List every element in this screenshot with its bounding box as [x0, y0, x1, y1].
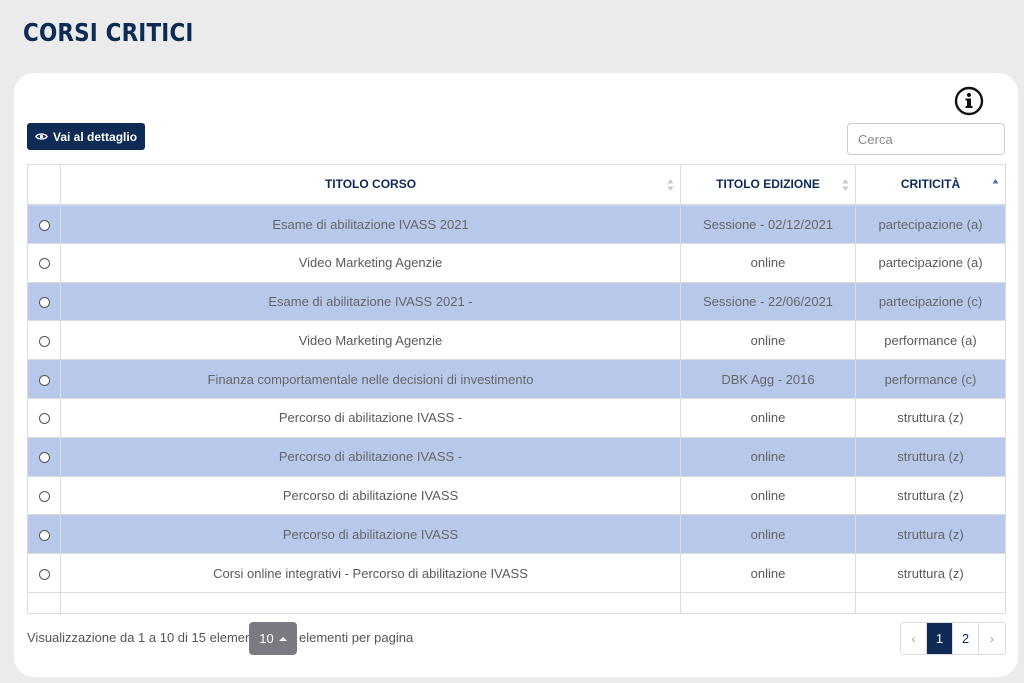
criticality-cell: struttura (z): [855, 436, 1006, 477]
row-radio[interactable]: [38, 374, 50, 386]
prev-page-button[interactable]: ‹: [901, 623, 927, 654]
table-row[interactable]: Percorso di abilitazione IVASS - online st…: [27, 436, 1006, 477]
table-row[interactable]: Video Marketing Agenzie online performance…: [27, 320, 1006, 361]
criticality-cell: struttura (z): [855, 514, 1006, 555]
row-radio[interactable]: [38, 491, 50, 503]
spacer-cell: [680, 591, 856, 614]
page-button-1[interactable]: 1: [927, 623, 953, 654]
edition-title-cell: online: [680, 475, 856, 516]
sort-icon: [842, 179, 849, 191]
table-row[interactable]: Corsi online integrativi - Percorso di a…: [27, 553, 1006, 593]
spacer-cell: [855, 591, 1006, 614]
edition-title-cell: DBK Agg - 2016: [680, 359, 856, 399]
course-title-cell: Finanza comportamentale nelle decisioni …: [60, 359, 681, 399]
table-row[interactable]: Esame di abilitazione IVASS 2021 - Sessio…: [27, 281, 1006, 322]
row-select-cell: [27, 359, 61, 399]
pagination-info: Visualizzazione da 1 a 10 di 15 elementi: [27, 630, 259, 645]
edition-title-cell: online: [680, 553, 856, 593]
page-size-select[interactable]: 10: [249, 622, 297, 655]
edition-title-cell: Sessione - 02/12/2021: [680, 204, 856, 244]
row-select-cell: [27, 475, 61, 516]
caret-up-icon: [278, 636, 287, 641]
content-card: Vai al dettaglio TITOLO CORSO: [14, 73, 1018, 677]
row-radio[interactable]: [38, 568, 50, 580]
criticality-cell: struttura (z): [855, 397, 1006, 438]
page-title: CORSI CRITICI: [23, 18, 194, 47]
table-header-row: TITOLO CORSO TITOLO EDIZIONE CRITICITÀ: [27, 164, 1006, 206]
row-radio[interactable]: [38, 219, 50, 231]
criticality-cell: struttura (z): [855, 553, 1006, 593]
per-page-label: elementi per pagina: [299, 630, 414, 645]
criticality-cell: partecipazione (c): [855, 281, 1006, 322]
course-title-cell: Corsi online integrativi - Percorso di a…: [60, 553, 681, 593]
sort-icon: [667, 179, 674, 191]
search-input[interactable]: [847, 123, 1005, 155]
sort-asc-icon: [992, 179, 999, 184]
criticality-cell: struttura (z): [855, 475, 1006, 516]
table-spacer-row: [27, 591, 1006, 614]
criticality-cell: performance (c): [855, 359, 1006, 399]
course-title-cell: Video Marketing Agenzie: [60, 320, 681, 361]
detail-button-label: Vai al dettaglio: [53, 129, 138, 144]
edition-title-cell: online: [680, 397, 856, 438]
spacer-cell: [27, 591, 61, 614]
row-select-cell: [27, 553, 61, 593]
row-select-cell: [27, 242, 61, 283]
table-row[interactable]: Video Marketing Agenzie online partecipazi…: [27, 242, 1006, 283]
course-title-cell: Video Marketing Agenzie: [60, 242, 681, 283]
edition-title-cell: online: [680, 320, 856, 361]
course-title-cell: Percorso di abilitazione IVASS -: [60, 397, 681, 438]
header-select: [27, 164, 61, 206]
page-button-2[interactable]: 2: [953, 623, 979, 654]
header-criticality[interactable]: CRITICITÀ: [855, 164, 1006, 206]
row-select-cell: [27, 281, 61, 322]
row-radio[interactable]: [38, 413, 50, 425]
row-select-cell: [27, 436, 61, 477]
courses-table: TITOLO CORSO TITOLO EDIZIONE CRITICITÀ E…: [27, 164, 1006, 614]
criticality-cell: partecipazione (a): [855, 242, 1006, 283]
course-title-cell: Esame di abilitazione IVASS 2021 -: [60, 281, 681, 322]
criticality-cell: performance (a): [855, 320, 1006, 361]
row-select-cell: [27, 514, 61, 555]
row-radio[interactable]: [38, 452, 50, 464]
row-select-cell: [27, 320, 61, 361]
eye-icon: [35, 130, 48, 144]
table-row[interactable]: Esame di abilitazione IVASS 2021 Sessione…: [27, 204, 1006, 244]
table-row[interactable]: Finanza comportamentale nelle decisioni …: [27, 359, 1006, 399]
table-row[interactable]: Percorso di abilitazione IVASS online stru…: [27, 475, 1006, 516]
course-title-cell: Percorso di abilitazione IVASS -: [60, 436, 681, 477]
pagination: ‹ 1 2 ›: [900, 622, 1006, 655]
next-page-button[interactable]: ›: [979, 623, 1005, 654]
spacer-cell: [60, 591, 681, 614]
edition-title-cell: online: [680, 242, 856, 283]
criticality-cell: partecipazione (a): [855, 204, 1006, 244]
row-radio[interactable]: [38, 529, 50, 541]
table-row[interactable]: Percorso di abilitazione IVASS online stru…: [27, 514, 1006, 555]
row-radio[interactable]: [38, 335, 50, 347]
course-title-cell: Percorso di abilitazione IVASS: [60, 514, 681, 555]
table-row[interactable]: Percorso di abilitazione IVASS - online st…: [27, 397, 1006, 438]
course-title-cell: Esame di abilitazione IVASS 2021: [60, 204, 681, 244]
detail-button[interactable]: Vai al dettaglio: [27, 123, 146, 150]
row-select-cell: [27, 397, 61, 438]
edition-title-cell: online: [680, 514, 856, 555]
header-edition-title[interactable]: TITOLO EDIZIONE: [680, 164, 856, 206]
row-select-cell: [27, 204, 61, 244]
row-radio[interactable]: [38, 297, 50, 309]
info-circle-icon[interactable]: [954, 86, 984, 116]
course-title-cell: Percorso di abilitazione IVASS: [60, 475, 681, 516]
row-radio[interactable]: [38, 258, 50, 270]
header-course-title[interactable]: TITOLO CORSO: [60, 164, 681, 206]
edition-title-cell: Sessione - 22/06/2021: [680, 281, 856, 322]
edition-title-cell: online: [680, 436, 856, 477]
